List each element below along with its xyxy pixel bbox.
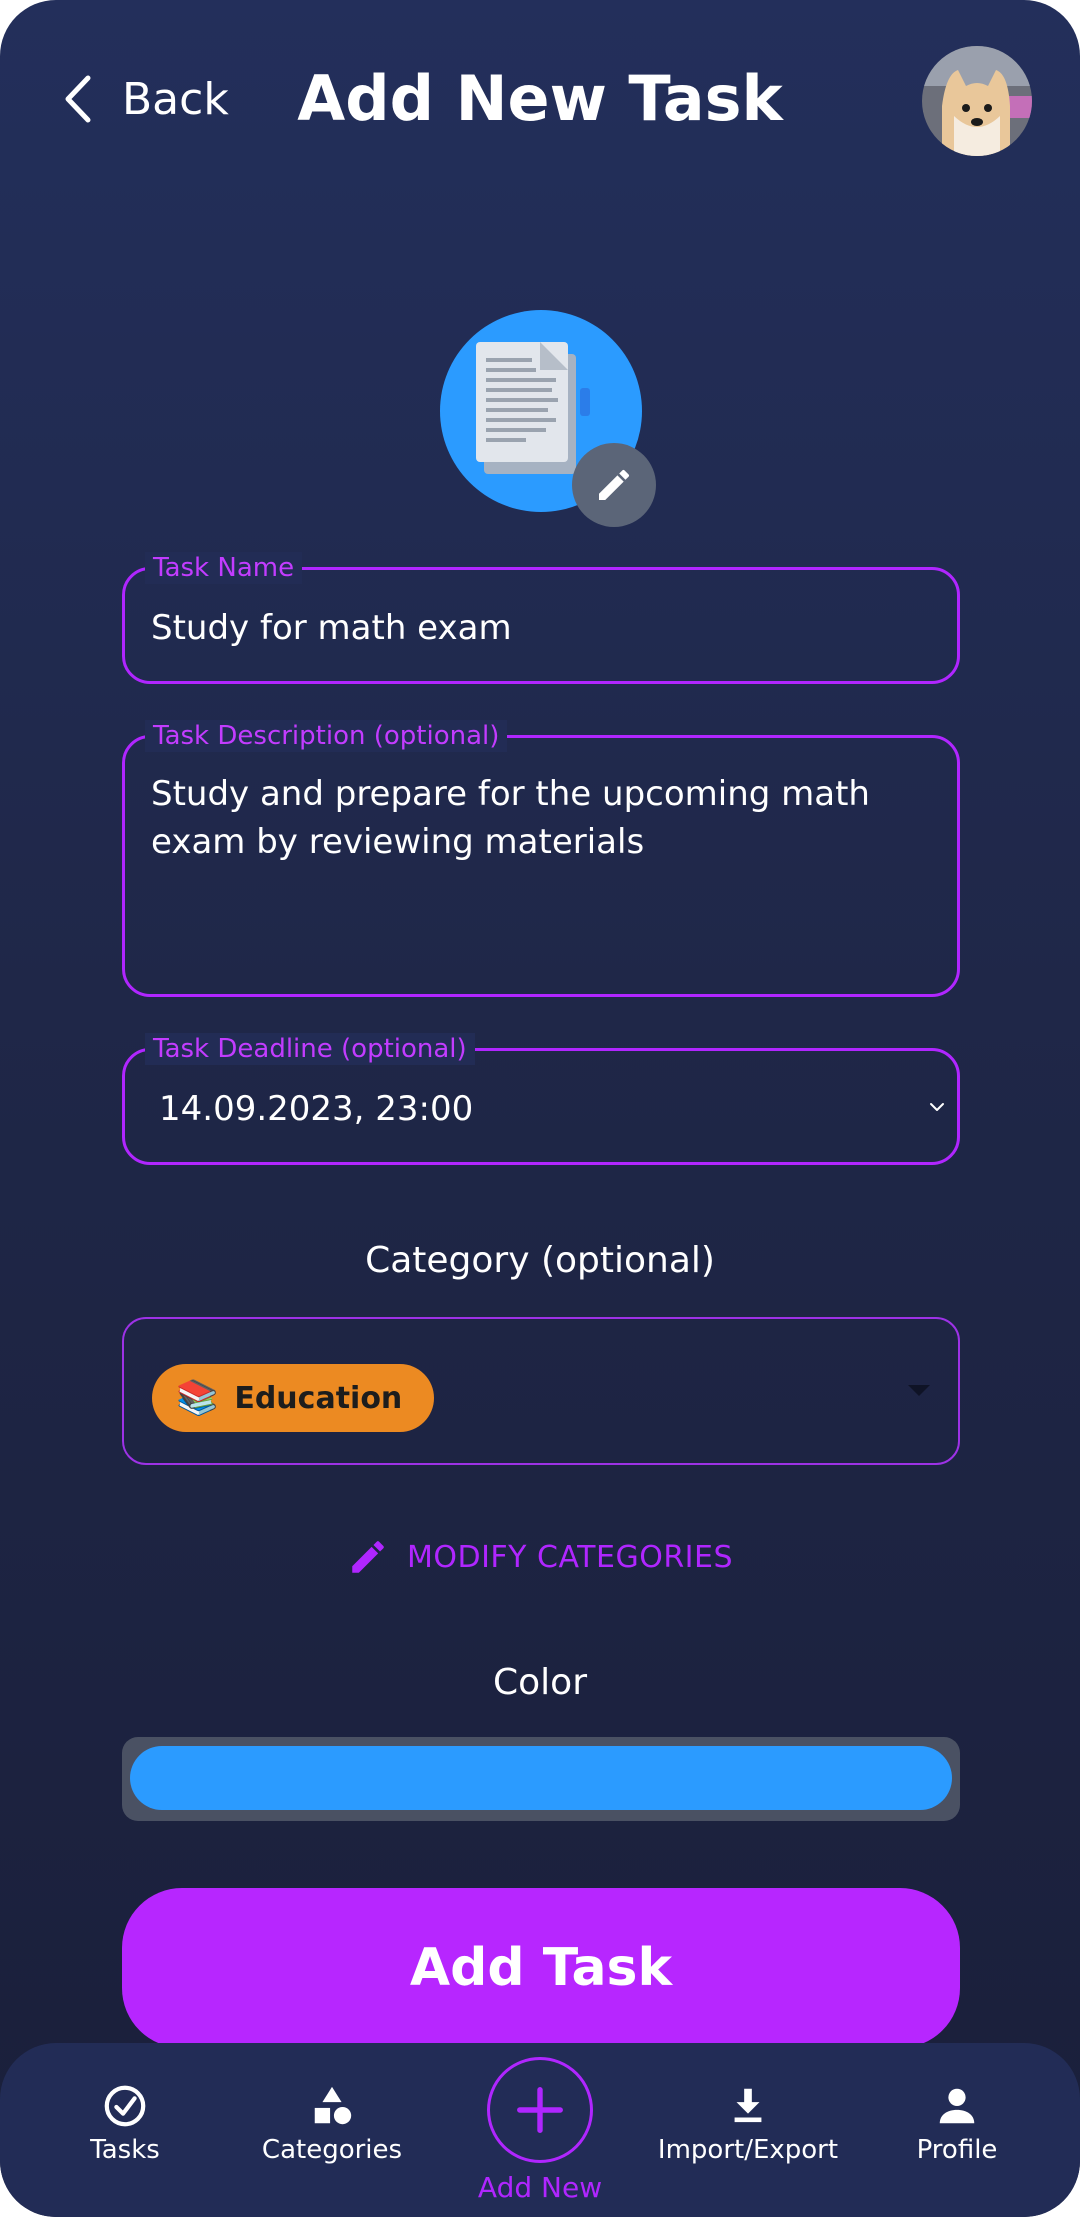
- nav-label-import-export: Import/Export: [657, 2135, 839, 2165]
- nav-label-tasks: Tasks: [90, 2135, 160, 2165]
- task-deadline-value: 14.09.2023, 23:00: [159, 1089, 474, 1129]
- nav-item-profile[interactable]: Profile: [857, 2083, 1057, 2165]
- nav-item-add-new[interactable]: [487, 2057, 593, 2163]
- chevron-down-icon: [930, 1102, 944, 1111]
- pencil-icon: [352, 1541, 384, 1573]
- add-task-button[interactable]: Add Task: [122, 1888, 960, 2048]
- task-deadline-label: Task Deadline (optional): [145, 1033, 475, 1065]
- nav-item-tasks[interactable]: Tasks: [25, 2083, 225, 2165]
- shapes-icon: [314, 2086, 352, 2125]
- task-description-label: Task Description (optional): [145, 720, 508, 752]
- nav-label-categories: Categories: [261, 2135, 403, 2165]
- color-heading: Color: [493, 1662, 587, 1703]
- category-chip: 📚 Education: [152, 1364, 434, 1432]
- page-title: Add New Task: [297, 62, 783, 135]
- books-icon: 📚: [176, 1378, 219, 1418]
- color-swatch: [130, 1746, 952, 1810]
- nav-label-add-new: Add New: [477, 2171, 603, 2204]
- modify-categories-button[interactable]: MODIFY CATEGORIES: [0, 1536, 1080, 1578]
- nav-item-categories[interactable]: Categories: [232, 2083, 432, 2165]
- category-chip-label: Education: [234, 1380, 403, 1416]
- task-description-field[interactable]: Task Description (optional) Study and pr…: [122, 720, 960, 997]
- task-name-field[interactable]: Task Name Study for math exam: [122, 552, 960, 684]
- edit-icon-button[interactable]: [572, 443, 656, 527]
- bottom-nav: Tasks Categories Add New Import/Export P…: [0, 2043, 1080, 2217]
- plus-icon: [517, 2087, 563, 2133]
- modify-categories-label: MODIFY CATEGORIES: [406, 1539, 734, 1575]
- nav-label-profile: Profile: [916, 2135, 998, 2165]
- app-screen: Back Add New Task Task Name Study for ma…: [0, 0, 1080, 2217]
- category-select[interactable]: 📚 Education: [122, 1317, 960, 1465]
- check-circle-icon: [104, 2085, 146, 2127]
- nav-item-import-export[interactable]: Import/Export: [648, 2083, 848, 2165]
- task-description-line-1: Study and prepare for the upcoming math: [151, 774, 870, 814]
- task-deadline-field[interactable]: Task Deadline (optional) 14.09.2023, 23:…: [122, 1033, 960, 1165]
- download-icon: [734, 2088, 762, 2123]
- pencil-icon: [599, 469, 630, 500]
- avatar[interactable]: [922, 46, 1032, 156]
- task-name-label: Task Name: [145, 552, 303, 584]
- task-name-value: Study for math exam: [151, 608, 512, 648]
- task-description-line-2: exam by reviewing materials: [151, 822, 645, 862]
- color-picker[interactable]: [122, 1737, 960, 1821]
- caret-down-icon: [908, 1385, 930, 1396]
- dog-photo-icon: [922, 46, 1032, 156]
- category-heading: Category (optional): [365, 1240, 715, 1281]
- person-icon: [939, 2088, 975, 2124]
